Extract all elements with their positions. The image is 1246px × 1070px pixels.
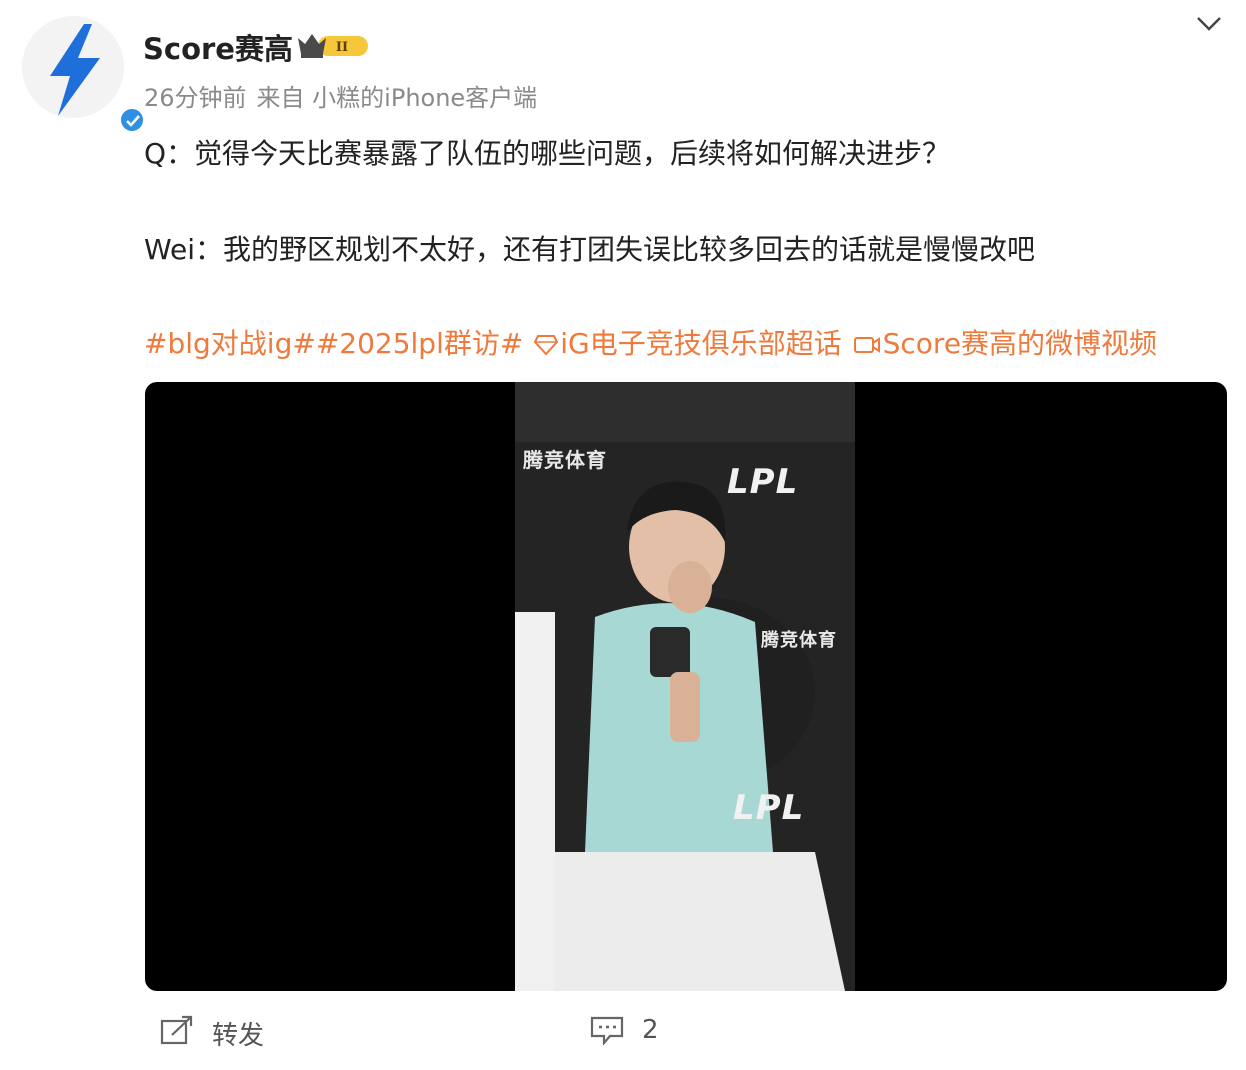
tag-2025lpl[interactable]: #2025lpl群访# bbox=[316, 327, 524, 360]
lpl-logo-top: LPL bbox=[727, 462, 799, 502]
video-link-label: Score赛高的微博视频 bbox=[882, 327, 1158, 360]
post-meta: 26分钟前 来自 小糕的iPhone客户端 bbox=[144, 78, 547, 113]
post-source: 来自 小糕的iPhone客户端 bbox=[256, 84, 538, 112]
tag-blg-vs-ig[interactable]: #blg对战ig# bbox=[144, 327, 316, 360]
bolt-logo-icon bbox=[50, 24, 100, 116]
avatar[interactable] bbox=[22, 16, 146, 134]
sponsor-logo-mid: 腾竞体育 bbox=[761, 630, 837, 651]
video-player[interactable]: 腾竞体育 LPL 腾竞体育 LPL bbox=[145, 382, 1227, 991]
post-time[interactable]: 26分钟前 bbox=[144, 84, 247, 112]
diamond-icon bbox=[534, 335, 559, 356]
post-answer: Wei：我的野区规划不太好，还有打团失误比较多回去的话就是慢慢改吧 bbox=[144, 233, 1036, 266]
comment-icon bbox=[590, 1016, 624, 1045]
post-tags: #blg对战ig##2025lpl群访# iG电子竞技俱乐部超话 Score赛高… bbox=[144, 322, 1157, 362]
post-footer: 转发 2 bbox=[0, 995, 1246, 1070]
repost-label: 转发 bbox=[212, 1021, 265, 1051]
lpl-logo-bottom: LPL bbox=[733, 788, 805, 828]
video-icon bbox=[853, 337, 880, 353]
verified-icon bbox=[118, 106, 146, 134]
level-badge-text: II bbox=[336, 40, 348, 55]
supertopic-link[interactable]: iG电子竞技俱乐部超话 bbox=[532, 327, 850, 360]
author-name[interactable]: Score赛高 bbox=[143, 26, 293, 68]
video-scene bbox=[515, 382, 855, 991]
chevron-down-icon[interactable] bbox=[1195, 14, 1223, 34]
post-question: Q：觉得今天比赛暴露了队伍的哪些问题，后续将如何解决进步？ bbox=[144, 137, 951, 170]
video-link[interactable]: Score赛高的微博视频 bbox=[851, 327, 1157, 360]
video-frame: 腾竞体育 LPL 腾竞体育 LPL bbox=[515, 382, 855, 991]
sponsor-logo-top: 腾竞体育 bbox=[523, 448, 607, 472]
comment-count: 2 bbox=[642, 1015, 659, 1045]
supertopic-label: iG电子竞技俱乐部超话 bbox=[560, 327, 842, 360]
repost-icon bbox=[160, 1015, 193, 1045]
crown-badge-icon[interactable]: II bbox=[296, 30, 372, 60]
